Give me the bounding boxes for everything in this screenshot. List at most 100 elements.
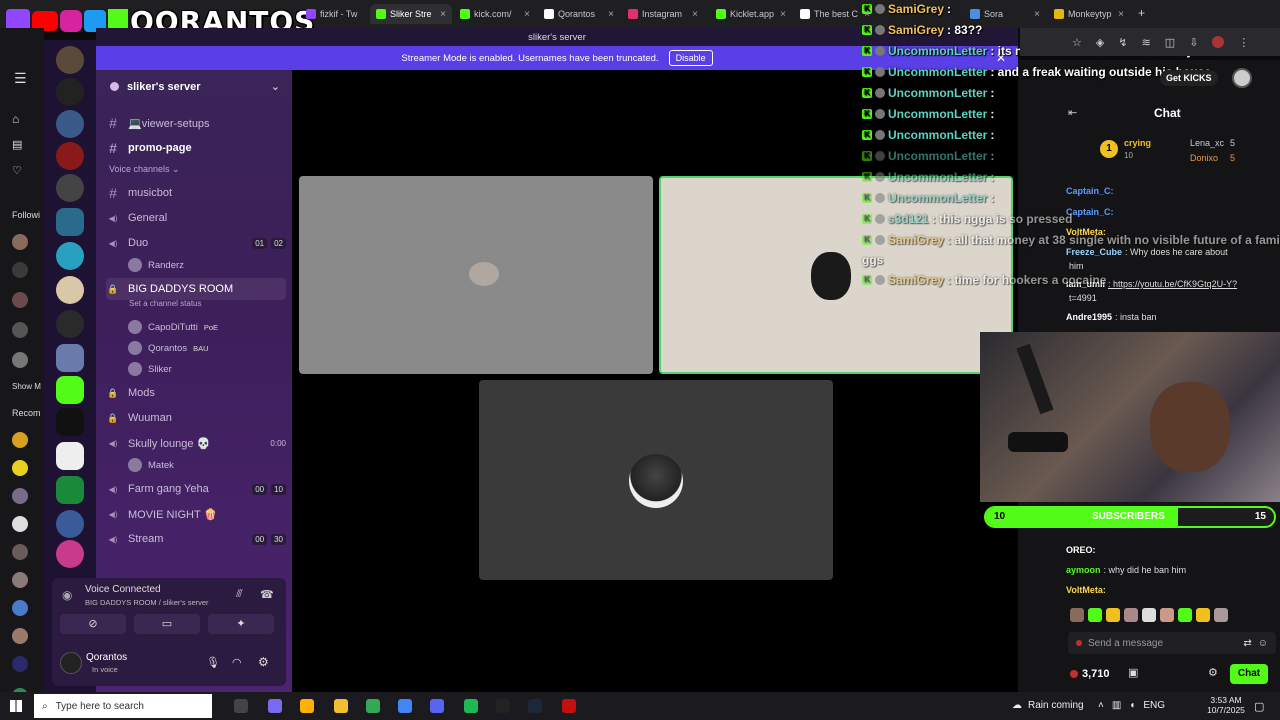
browser-tab[interactable]: Kicklet.app × <box>710 4 792 24</box>
emote-icon[interactable] <box>1088 608 1102 622</box>
chat-send-button[interactable]: Chat <box>1230 664 1268 684</box>
menu-icon[interactable]: ☰ <box>14 70 27 87</box>
notification-icon[interactable]: ▢ <box>1254 700 1264 713</box>
close-tab-icon[interactable]: × <box>1034 9 1040 20</box>
chat-username[interactable]: Freeze_Cube <box>1066 247 1122 257</box>
browser-tab[interactable]: Sliker Stre × <box>370 4 452 24</box>
recommended-avatar[interactable] <box>12 432 28 448</box>
server-icon[interactable] <box>56 376 84 404</box>
recommended-avatar[interactable] <box>12 628 28 644</box>
app-icon[interactable] <box>562 699 576 713</box>
video-tile[interactable] <box>479 380 833 580</box>
voice-user[interactable]: Sliker <box>128 360 172 378</box>
close-tab-icon[interactable]: × <box>780 9 786 20</box>
browser-tab[interactable]: Sora × <box>964 4 1046 24</box>
copilot-icon[interactable] <box>268 699 282 713</box>
server-header[interactable]: sliker's server ⌄ <box>110 80 280 93</box>
emoji-icon[interactable]: ☺ <box>1258 638 1268 649</box>
chat-username[interactable]: OREO: <box>1066 545 1096 555</box>
server-icon[interactable] <box>56 540 84 568</box>
voice-channel[interactable]: ◀) Duo 01 02 <box>106 232 286 254</box>
emote-icon[interactable] <box>1070 608 1084 622</box>
volume-icon[interactable]: ◖ <box>1129 700 1135 711</box>
emote-icon[interactable] <box>1214 608 1228 622</box>
channel-category[interactable]: Voice channels ⌄ <box>109 164 180 175</box>
voice-channel[interactable]: ◀) MOVIE NIGHT 🍿 <box>106 503 286 525</box>
bookmark-star-icon[interactable]: ☆ <box>1072 36 1082 49</box>
server-icon[interactable] <box>56 408 84 436</box>
recommended-avatar[interactable] <box>12 572 28 588</box>
translate-icon[interactable]: ⇄ <box>1243 638 1251 649</box>
taskbar-clock[interactable]: 3:53 AM 10/7/2025 <box>1206 695 1246 715</box>
recommended-avatar[interactable] <box>12 544 28 560</box>
close-tab-icon[interactable]: × <box>440 9 446 20</box>
recommended-avatar[interactable] <box>12 488 28 504</box>
server-icon[interactable] <box>56 510 84 538</box>
taskbar-search[interactable]: ⌕ Type here to search <box>34 694 212 718</box>
kick-profile-avatar[interactable] <box>1232 68 1252 88</box>
emote-icon[interactable] <box>1196 608 1210 622</box>
text-channel[interactable]: # musicbot <box>106 182 286 204</box>
obs-icon[interactable] <box>496 699 510 713</box>
task-view-icon[interactable] <box>234 699 248 713</box>
profile-avatar-icon[interactable] <box>1212 36 1225 48</box>
weather-widget[interactable]: ☁ Rain coming <box>1012 700 1084 711</box>
browser-tab[interactable]: Monkeytyp × <box>1048 4 1130 24</box>
self-avatar[interactable] <box>60 652 82 674</box>
voice-channel[interactable]: ◀) Stream 00 30 <box>106 528 286 550</box>
browser-tab[interactable]: kick.com/ × <box>454 4 536 24</box>
disconnect-icon[interactable]: ☎ <box>260 588 274 601</box>
followed-avatar[interactable] <box>12 262 28 278</box>
chevron-up-icon[interactable]: ˄ <box>1098 700 1104 711</box>
recommended-avatar[interactable] <box>12 600 28 616</box>
browser-tab[interactable]: The best C × <box>794 4 876 24</box>
file-explorer-icon[interactable] <box>334 699 348 713</box>
server-icon[interactable] <box>56 442 84 470</box>
voice-user[interactable]: Qorantos BAU <box>128 339 209 357</box>
home-icon[interactable]: ⌂ <box>12 112 19 126</box>
disable-streamer-mode-button[interactable]: Disable <box>668 50 713 66</box>
text-channel[interactable]: # promo-page <box>106 137 286 159</box>
browser-menu-icon[interactable]: ⋮ <box>1238 36 1249 49</box>
downloads-icon[interactable]: ⇩ <box>1189 36 1198 49</box>
leaderboard-name[interactable]: crying <box>1124 138 1151 148</box>
spotify-icon[interactable] <box>464 699 478 713</box>
server-icon[interactable] <box>56 174 84 202</box>
voice-location[interactable]: BIG DADDYS ROOM / sliker's server <box>85 598 209 607</box>
voice-user[interactable]: Randerz <box>128 256 184 274</box>
app-icon[interactable] <box>300 699 314 713</box>
close-tab-icon[interactable]: × <box>1118 9 1124 20</box>
windows-start-icon[interactable] <box>10 700 22 712</box>
text-channel[interactable]: # 💻viewer-setups <box>106 112 286 134</box>
emote-icon[interactable] <box>1178 608 1192 622</box>
voice-channel[interactable]: ◀) Skully lounge 💀 0:00 <box>106 432 286 454</box>
followed-avatar[interactable] <box>12 292 28 308</box>
gift-icon[interactable]: ▣ <box>1128 666 1138 679</box>
followed-avatar[interactable] <box>12 352 28 368</box>
discord-icon[interactable] <box>430 699 444 713</box>
activities-button[interactable]: ✦ <box>208 614 274 634</box>
emote-icon[interactable] <box>1106 608 1120 622</box>
recommended-avatar[interactable] <box>12 516 28 532</box>
show-more-link[interactable]: Show M <box>12 382 41 391</box>
camera-off-button[interactable]: ⊘ <box>60 614 126 634</box>
text-channel[interactable]: 🔒 Mods <box>106 382 286 404</box>
extensions-puzzle-icon[interactable]: ◫ <box>1165 36 1175 49</box>
settings-icon[interactable]: ⚙ <box>1208 666 1218 679</box>
server-icon[interactable] <box>56 344 84 372</box>
channel-status[interactable]: Set a channel status <box>129 299 202 308</box>
server-icon[interactable] <box>56 46 84 74</box>
server-icon[interactable] <box>56 110 84 138</box>
close-banner-icon[interactable]: ✕ <box>996 51 1006 65</box>
emote-icon[interactable] <box>1142 608 1156 622</box>
server-icon[interactable] <box>56 142 84 170</box>
browser-tab[interactable]: Instagram × <box>622 4 704 24</box>
browser-tab[interactable]: Qorantos × <box>538 4 620 24</box>
server-icon[interactable] <box>56 476 84 504</box>
message-input[interactable]: Send a message ⇄ ☺ <box>1068 632 1276 654</box>
server-icon[interactable] <box>56 310 84 338</box>
voice-user[interactable]: Matek <box>128 456 174 474</box>
chat-text[interactable]: : https://youtu.be/CfK9Gtq2U-Y? <box>1108 279 1237 289</box>
close-tab-icon[interactable]: × <box>692 9 698 20</box>
chat-collapse-icon[interactable]: ⇤ <box>1068 106 1077 119</box>
